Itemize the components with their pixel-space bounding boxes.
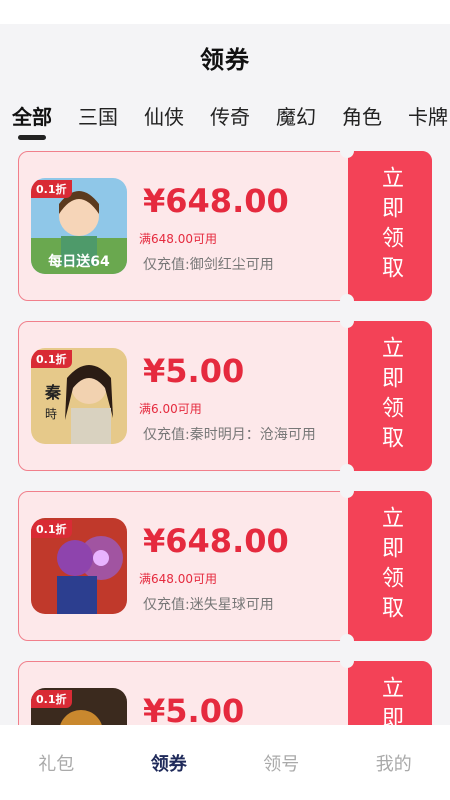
ticket-notch (340, 654, 354, 668)
claim-button[interactable]: 立即领取 (348, 491, 432, 641)
coupon-condition: 满648.00可用 (139, 232, 217, 246)
nav-gift-pack[interactable]: 礼包 (38, 750, 74, 776)
category-tabs: 全部 三国 仙侠 传奇 魔幻 角色 卡牌 (0, 90, 450, 140)
nav-mine[interactable]: 我的 (376, 750, 412, 776)
tab-all[interactable]: 全部 (12, 101, 52, 140)
claim-button[interactable]: 立即领取 (348, 321, 432, 471)
svg-text:每日送64: 每日送64 (48, 253, 110, 270)
swordsman-game-icon: 秦 時 0.1折 (31, 348, 127, 444)
coupon-condition: 满648.00可用 (139, 572, 217, 586)
page-title: 领券 (200, 45, 250, 74)
tab-chuanqi[interactable]: 传奇 (210, 101, 250, 130)
coupon-amount: ¥648.00 (143, 522, 289, 560)
tab-sanguo[interactable]: 三国 (78, 101, 118, 130)
tab-juese[interactable]: 角色 (342, 101, 382, 130)
status-bar (0, 0, 450, 24)
coupon-condition: 满6.00可用 (139, 402, 202, 416)
coupon-amount: ¥648.00 (143, 182, 289, 220)
coupon-card: 秦 時 0.1折 ¥5.00 满6.00可用 仅充值:秦时明月：沧海可用 立即领… (18, 314, 432, 478)
nav-coupons[interactable]: 领券 (151, 750, 187, 776)
ticket-notch (340, 484, 354, 498)
ticket-notch (340, 144, 354, 158)
ticket-notch (340, 314, 354, 328)
discount-badge: 0.1折 (31, 350, 72, 368)
discount-badge: 0.1折 (31, 520, 72, 538)
bottom-nav: 礼包 领券 领号 我的 (0, 725, 450, 800)
ticket-notch (340, 634, 354, 648)
nav-accounts[interactable]: 领号 (263, 750, 299, 776)
svg-text:時: 時 (45, 407, 57, 421)
ticket-notch (340, 294, 354, 308)
coupon-card: 每日送64 0.1折 ¥648.00 满648.00可用 仅充值:御剑红尘可用 … (18, 144, 432, 308)
discount-badge: 0.1折 (31, 180, 72, 198)
coupon-amount: ¥5.00 (143, 352, 245, 390)
coupon-scope: 仅充值:迷失星球可用 (143, 597, 274, 613)
discount-badge: 0.1折 (31, 690, 72, 708)
claim-button[interactable]: 立即领取 (348, 151, 432, 301)
tab-kapai[interactable]: 卡牌 (408, 101, 448, 130)
anime-girl-game-icon: 每日送64 0.1折 (31, 178, 127, 274)
tab-xianxia[interactable]: 仙侠 (144, 101, 184, 130)
coupon-card: 0.1折 ¥648.00 满648.00可用 仅充值:迷失星球可用 立即领取 (18, 484, 432, 648)
coupon-scope: 仅充值:御剑红尘可用 (143, 257, 274, 273)
svg-text:秦: 秦 (44, 383, 62, 402)
page-header: 领券 (0, 24, 450, 90)
ticket-notch (340, 464, 354, 478)
purple-warrior-game-icon: 0.1折 (31, 518, 127, 614)
coupon-scope: 仅充值:秦时明月：沧海可用 (143, 427, 316, 443)
coupon-list: 每日送64 0.1折 ¥648.00 满648.00可用 仅充值:御剑红尘可用 … (18, 144, 432, 800)
tab-mohuan[interactable]: 魔幻 (276, 101, 316, 130)
